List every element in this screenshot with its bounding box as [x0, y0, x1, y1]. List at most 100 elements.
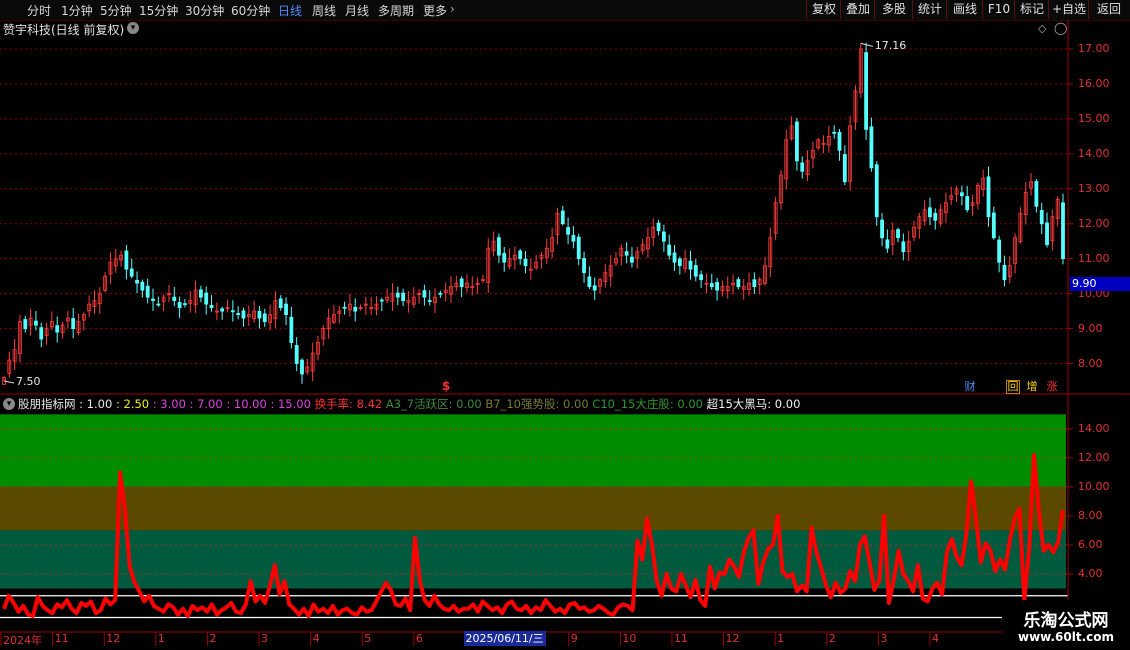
y-tick-label: 11.00 [1078, 251, 1110, 265]
chevron-down-icon[interactable]: ▾ [127, 22, 139, 34]
increase-tag[interactable]: 增 [1025, 380, 1039, 394]
candle [821, 135, 826, 154]
candle-body [156, 303, 161, 306]
readout-b7: B7_10强势股: 0.00 [485, 397, 589, 411]
candle-body [55, 325, 60, 333]
candle-body [672, 252, 677, 263]
time-label: 1 [777, 632, 785, 645]
candle [151, 288, 155, 311]
candle [630, 247, 634, 268]
candle-body [832, 131, 837, 134]
candle-body [23, 319, 28, 329]
candle [608, 255, 613, 287]
candle-body [928, 207, 932, 218]
candle [1002, 255, 1007, 287]
candle-body [353, 306, 358, 312]
candle [300, 358, 304, 384]
candle [230, 300, 235, 322]
candle [305, 358, 310, 375]
candle [688, 250, 693, 280]
chevron-down-icon[interactable]: ▾ [3, 398, 15, 410]
candle [1018, 207, 1023, 244]
candle-body [209, 305, 214, 309]
candle [289, 306, 294, 349]
candle [97, 287, 102, 314]
candle [523, 251, 528, 274]
candle-body [677, 258, 682, 267]
candle-body [278, 298, 283, 309]
candle [481, 274, 485, 284]
candle [204, 286, 209, 315]
candle [997, 235, 1002, 273]
circle-icon[interactable]: ◯ [1054, 21, 1067, 35]
candle [810, 141, 815, 169]
candle-body [183, 303, 187, 306]
candle [497, 233, 501, 264]
time-label: 4 [312, 632, 320, 645]
candle [422, 284, 427, 306]
stock-chart[interactable] [0, 0, 1130, 650]
candle-body [497, 237, 501, 256]
candle [443, 282, 448, 302]
limit-up-tag[interactable]: 涨 [1045, 380, 1059, 394]
candle-body [241, 310, 246, 319]
candle-body [342, 306, 347, 309]
finance-tag[interactable]: 财 [963, 380, 977, 394]
candle-body [896, 229, 900, 239]
candle [183, 298, 187, 308]
candle-body [736, 279, 741, 288]
candle-body [129, 268, 134, 277]
cursor-date-label: 2025/06/11/三 [463, 631, 546, 646]
buyback-tag[interactable]: 回 [1006, 380, 1020, 394]
candle [491, 231, 496, 257]
candle [768, 227, 773, 277]
candle [145, 278, 150, 304]
candle [241, 307, 246, 327]
candle [172, 286, 177, 307]
candle-body [204, 292, 209, 305]
candle [592, 277, 597, 300]
candle-body [688, 260, 693, 270]
time-label: 1 [157, 632, 165, 645]
candle [986, 166, 991, 227]
candle-body [842, 154, 847, 183]
candle-body [230, 310, 235, 313]
candle [672, 245, 677, 271]
candle [752, 272, 757, 295]
diamond-icon[interactable]: ◇ [1038, 22, 1046, 35]
candle [731, 274, 735, 295]
candle-body [630, 256, 634, 263]
time-label: 2 [828, 632, 836, 645]
candle-body [837, 131, 842, 151]
candle [885, 229, 890, 253]
candle-body [874, 164, 879, 218]
candle [709, 273, 714, 291]
indicator-y-tick-label: 12.00 [1078, 450, 1110, 464]
candle [246, 305, 251, 326]
candle [837, 128, 842, 161]
level-1: : 1.00 [79, 397, 113, 411]
candle-body [39, 327, 44, 340]
candle [198, 285, 203, 303]
candle [928, 197, 932, 225]
dividend-marker[interactable]: $ [442, 379, 450, 393]
candle [1050, 209, 1055, 251]
candle [294, 337, 299, 372]
candle-body [172, 296, 177, 302]
candle [390, 283, 395, 311]
candle [507, 248, 512, 270]
candle-body [715, 282, 719, 291]
candle [651, 218, 656, 247]
candle [278, 295, 283, 311]
candle [129, 258, 134, 279]
candle [624, 242, 629, 264]
candle [544, 239, 549, 265]
candle [805, 150, 810, 181]
time-label: 2024年 [3, 634, 42, 647]
candle-body [869, 126, 874, 169]
candle [582, 251, 586, 283]
candle [1029, 173, 1033, 196]
candle [741, 278, 746, 300]
candle [773, 196, 778, 241]
candle [417, 289, 421, 304]
